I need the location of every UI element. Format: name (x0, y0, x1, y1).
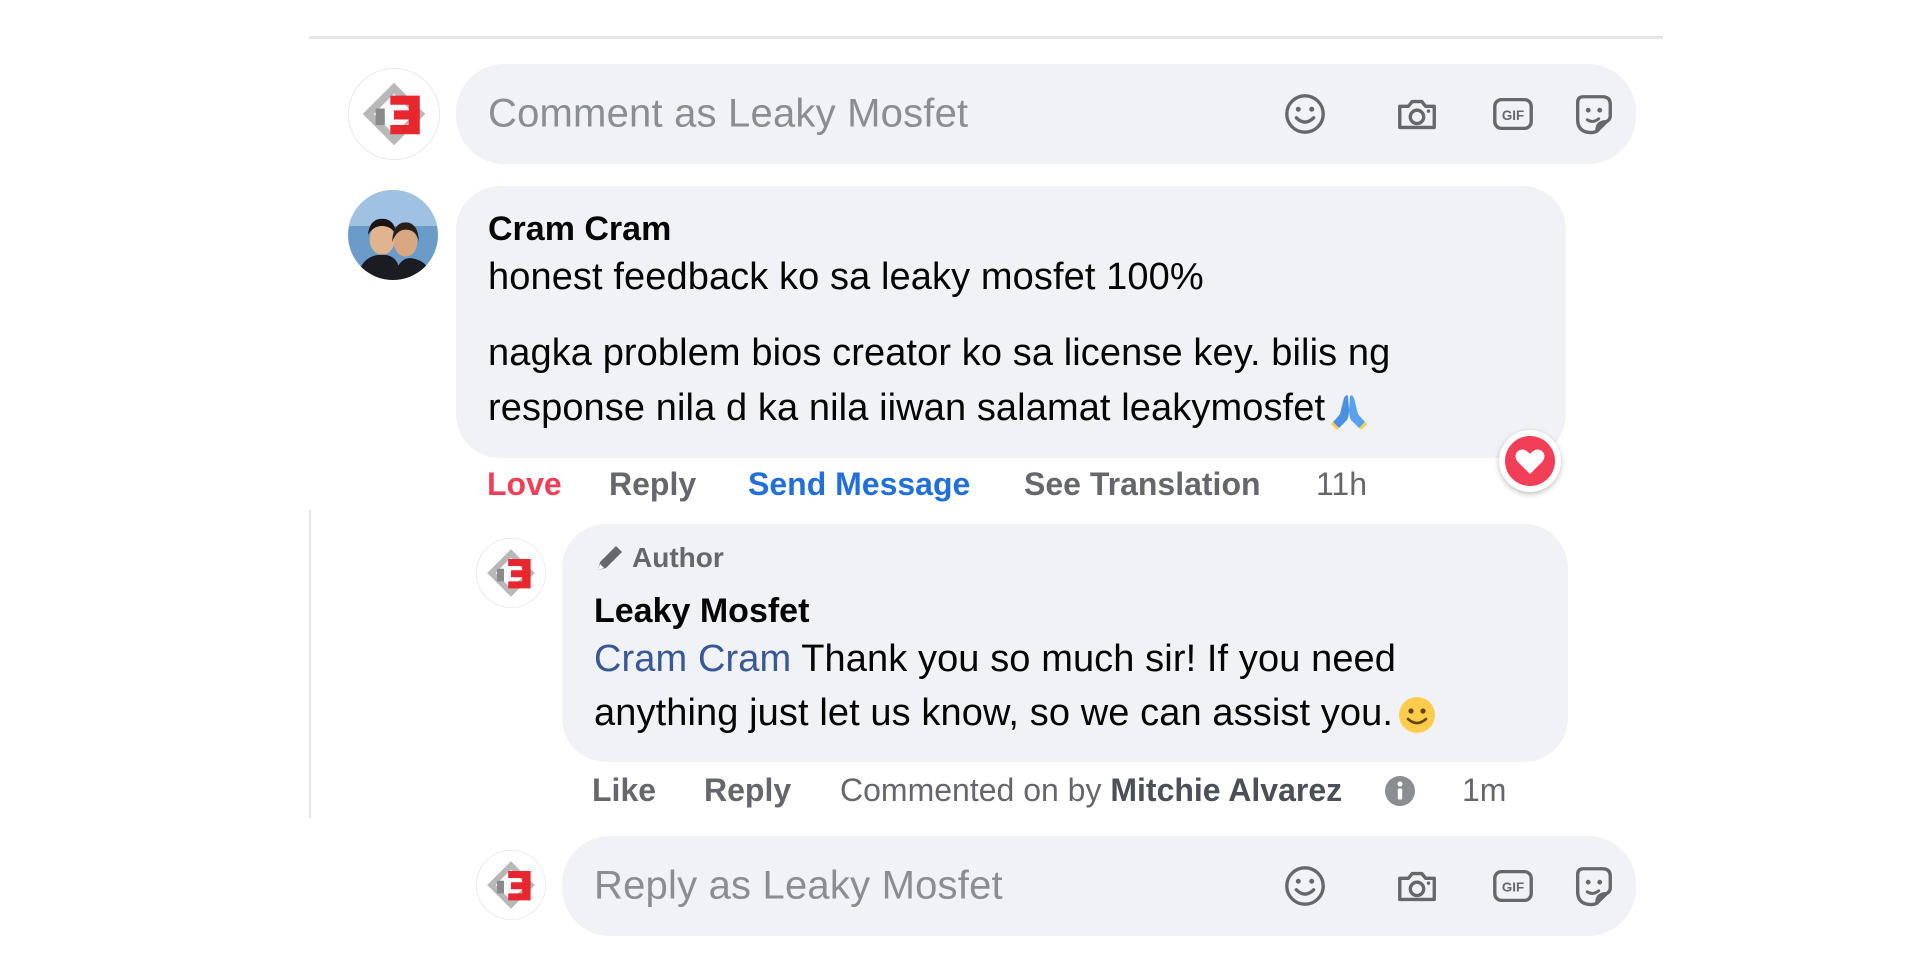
comment-composer[interactable]: Comment as Leaky Mosfet GIF (456, 64, 1636, 164)
reply-text-line: Cram Cram Thank you so much sir! If you … (594, 638, 1396, 681)
divider (309, 36, 1663, 39)
emoji-icon[interactable] (1282, 863, 1328, 909)
leaky-mosfet-logo-icon (476, 850, 546, 920)
comment-input[interactable]: Comment as Leaky Mosfet (488, 92, 968, 137)
love-reaction-link[interactable]: Love (487, 466, 562, 503)
camera-icon[interactable] (1394, 863, 1440, 909)
comment-text-line: honest feedback ko sa leaky mosfet 100% (488, 256, 1204, 298)
comment-bubble: Cram Cram honest feedback ko sa leaky mo… (456, 186, 1566, 458)
page-avatar[interactable] (348, 68, 440, 160)
commented-on-by-text: Commented on by (840, 772, 1102, 808)
reply-text-span: Thank you so much sir! If you need (791, 638, 1397, 680)
gif-icon[interactable]: GIF (1490, 863, 1536, 909)
emoji-icon[interactable] (1282, 91, 1328, 137)
reply-text-span: anything just let us know, so we can ass… (594, 692, 1393, 734)
pen-icon (598, 546, 622, 570)
love-reaction-badge[interactable] (1499, 430, 1561, 492)
reply-composer-avatar[interactable] (476, 850, 546, 920)
reply-link[interactable]: Reply (609, 466, 696, 503)
camera-icon[interactable] (1394, 91, 1440, 137)
see-translation-link[interactable]: See Translation (1024, 466, 1261, 503)
reply-link[interactable]: Reply (704, 772, 791, 809)
send-message-link[interactable]: Send Message (748, 466, 970, 503)
leaky-mosfet-logo-icon (476, 538, 546, 608)
sticker-icon[interactable] (1570, 863, 1616, 909)
comment-thread: Comment as Leaky Mosfet GIF Cram Cram ho… (0, 0, 1928, 970)
gif-icon[interactable]: GIF (1490, 91, 1536, 137)
reply-input[interactable]: Reply as Leaky Mosfet (594, 864, 1003, 909)
slightly-smiling-face-emoji-icon (1397, 695, 1437, 735)
svg-text:GIF: GIF (1502, 108, 1524, 123)
commented-on-by-label: Commented on by Mitchie Alvarez (840, 772, 1342, 809)
sticker-icon[interactable] (1570, 91, 1616, 137)
like-link[interactable]: Like (592, 772, 656, 809)
mention-link[interactable]: Cram Cram (594, 638, 791, 680)
comment-text-line: response nila d ka nila iiwan salamat le… (488, 387, 1369, 430)
comment-text-span: response nila d ka nila iiwan salamat le… (488, 387, 1326, 429)
info-icon[interactable] (1383, 774, 1417, 808)
folded-hands-emoji-icon (1329, 390, 1369, 430)
reply-author[interactable]: Leaky Mosfet (594, 592, 809, 631)
comment-text-line: nagka problem bios creator ko sa license… (488, 332, 1391, 374)
commenter-avatar[interactable] (348, 190, 438, 280)
author-badge-label: Author (632, 542, 724, 573)
reply-author-avatar[interactable] (476, 538, 546, 608)
commenter-name[interactable]: Mitchie Alvarez (1110, 772, 1342, 808)
heart-icon (1505, 436, 1555, 486)
profile-photo-icon (348, 190, 438, 280)
thread-line (309, 510, 311, 818)
leaky-mosfet-logo-icon (348, 68, 440, 160)
author-badge: Author (594, 542, 724, 574)
reply-timestamp[interactable]: 1m (1462, 772, 1506, 809)
reply-bubble: Author Leaky Mosfet Cram Cram Thank you … (562, 524, 1568, 762)
comment-timestamp[interactable]: 11h (1316, 466, 1367, 503)
comment-author[interactable]: Cram Cram (488, 210, 671, 249)
reply-text-line: anything just let us know, so we can ass… (594, 692, 1437, 735)
svg-text:GIF: GIF (1502, 880, 1524, 895)
reply-composer[interactable]: Reply as Leaky Mosfet GIF (562, 836, 1636, 936)
